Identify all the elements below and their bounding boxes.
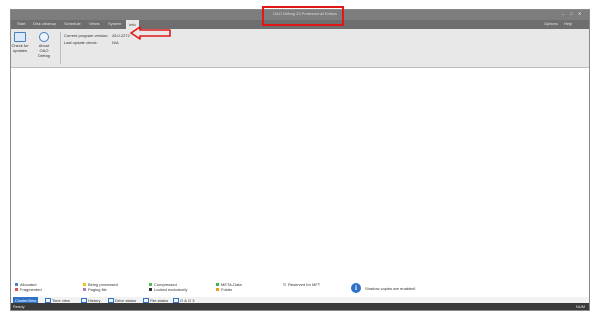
status-bar: Ready NUM: [11, 303, 589, 310]
last-check-value: N/A: [112, 40, 119, 45]
refresh-icon: [14, 32, 26, 42]
minimize-button[interactable]: –: [562, 11, 564, 16]
num-lock-indicator: NUM: [575, 304, 585, 309]
check-updates-label: Check for updates: [11, 43, 29, 53]
check-updates-button[interactable]: Check for updates: [11, 32, 29, 53]
legend-item: Fragmented: [15, 287, 42, 292]
arrow-annotation: [130, 26, 171, 40]
legend-item: Locked exclusively: [149, 287, 187, 292]
tab-schedule[interactable]: Schedule: [64, 21, 81, 26]
info-icon: i: [351, 283, 361, 293]
help-menu[interactable]: Help: [564, 21, 572, 26]
tab-system[interactable]: System: [108, 21, 121, 26]
current-version-value: 28.0.2272: [112, 33, 130, 38]
app-window: O&O Defrag 23 Professional Edition – □ ✕…: [10, 9, 590, 311]
close-button[interactable]: ✕: [578, 11, 581, 16]
about-label: About O&O Defrag: [37, 43, 50, 58]
ribbon-separator: [60, 32, 61, 64]
shadow-copies-notice: Shadow copies are enabled!: [365, 286, 416, 291]
tab-disk-cleanup[interactable]: Disk cleanup: [33, 21, 56, 26]
info-icon: [39, 32, 49, 42]
tab-views[interactable]: Views: [89, 21, 100, 26]
current-version-label: Current program version:: [64, 33, 109, 38]
options-menu[interactable]: Options: [544, 21, 558, 26]
legend-item: Paging file: [83, 287, 107, 292]
last-check-label: Last update check:: [64, 40, 98, 45]
legend-item: Reserved for MFT: [283, 282, 320, 287]
ribbon-panel: Check for updates About O&O Defrag Curre…: [11, 29, 589, 68]
status-text: Ready: [13, 304, 25, 309]
maximize-button[interactable]: □: [570, 11, 572, 16]
tab-start[interactable]: Start: [17, 21, 25, 26]
about-button[interactable]: About O&O Defrag: [35, 32, 53, 58]
cluster-legend: Allocated Fragmented Being processed Pag…: [11, 280, 589, 297]
legend-item: Folder: [216, 287, 232, 292]
title-highlight-box: [262, 6, 344, 26]
